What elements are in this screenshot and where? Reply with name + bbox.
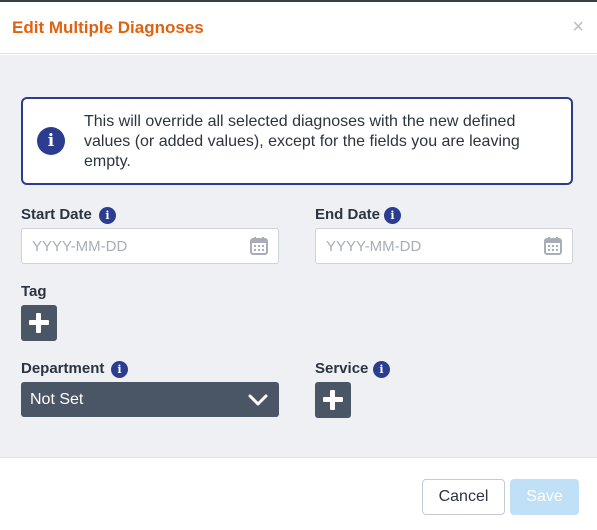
calendar-icon[interactable] [543,236,563,256]
tag-label: Tag [21,283,47,300]
start-date-input[interactable] [22,229,242,263]
add-service-button[interactable] [315,382,351,418]
department-select[interactable]: Not Set [21,382,279,417]
dialog-body: i This will override all selected diagno… [0,55,597,457]
info-notice: i This will override all selected diagno… [21,97,573,185]
info-icon: i [37,127,65,155]
calendar-icon[interactable] [249,236,269,256]
edit-diagnoses-dialog: Edit Multiple Diagnoses × i This will ov… [0,2,597,530]
add-tag-button[interactable] [21,305,57,341]
service-label: Service [315,360,369,377]
start-date-label: Start Date [21,206,92,223]
chevron-down-icon [248,394,268,406]
start-date-field[interactable] [21,228,279,264]
end-date-input[interactable] [316,229,536,263]
save-button[interactable]: Save [510,479,579,515]
end-date-label: End Date [315,206,381,223]
end-date-field[interactable] [315,228,573,264]
dialog-header: Edit Multiple Diagnoses × [0,2,597,54]
close-icon[interactable]: × [572,17,584,37]
dialog-title: Edit Multiple Diagnoses [12,18,204,37]
start-date-info-icon[interactable]: i [99,207,116,224]
info-text: This will override all selected diagnose… [84,113,520,170]
end-date-info-icon[interactable]: i [384,207,401,224]
service-info-icon[interactable]: i [373,361,390,378]
cancel-button[interactable]: Cancel [422,479,505,515]
department-label: Department [21,360,105,377]
department-selected-value: Not Set [30,391,84,408]
dialog-footer: Cancel Save [0,457,597,530]
department-info-icon[interactable]: i [111,361,128,378]
